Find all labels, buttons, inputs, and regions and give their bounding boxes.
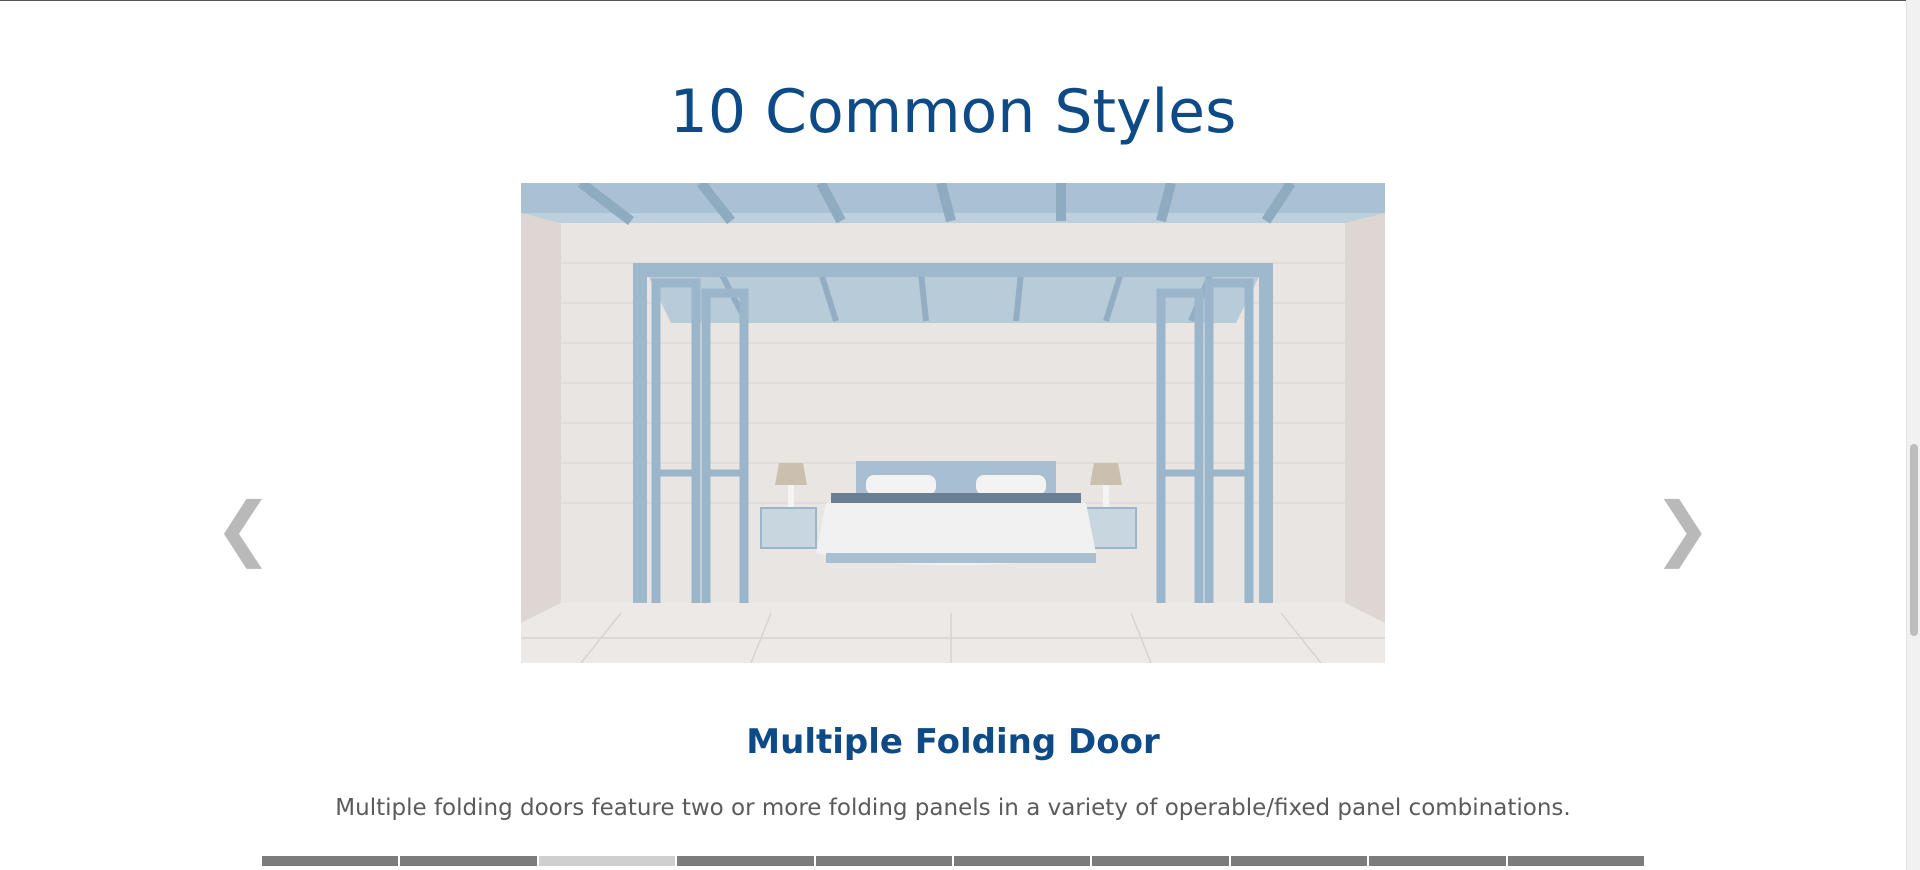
carousel-pager [262,856,1645,866]
top-divider [0,0,1906,1]
pager-segment-9[interactable] [1369,856,1506,866]
scrollbar-thumb[interactable] [1910,444,1918,636]
slide-title: Multiple Folding Door [746,722,1160,762]
pager-segment-6[interactable] [954,856,1091,866]
pager-segment-4[interactable] [677,856,814,866]
pager-segment-2[interactable] [400,856,537,866]
pager-segment-5[interactable] [815,856,953,866]
slide-description: Multiple folding doors feature two or mo… [335,795,1571,821]
pager-segment-3[interactable] [538,856,676,866]
pager-segment-1[interactable] [262,856,399,866]
carousel-next-button[interactable]: ❯ [1653,488,1712,568]
pager-segment-7[interactable] [1092,856,1229,866]
carousel-prev-button[interactable]: ❮ [214,488,273,568]
section-title: 10 Common Styles [669,77,1237,147]
pager-segment-8[interactable] [1230,856,1368,866]
slide-image [521,183,1385,663]
page-scrollbar[interactable] [1906,0,1920,870]
pager-segment-10[interactable] [1507,856,1645,866]
